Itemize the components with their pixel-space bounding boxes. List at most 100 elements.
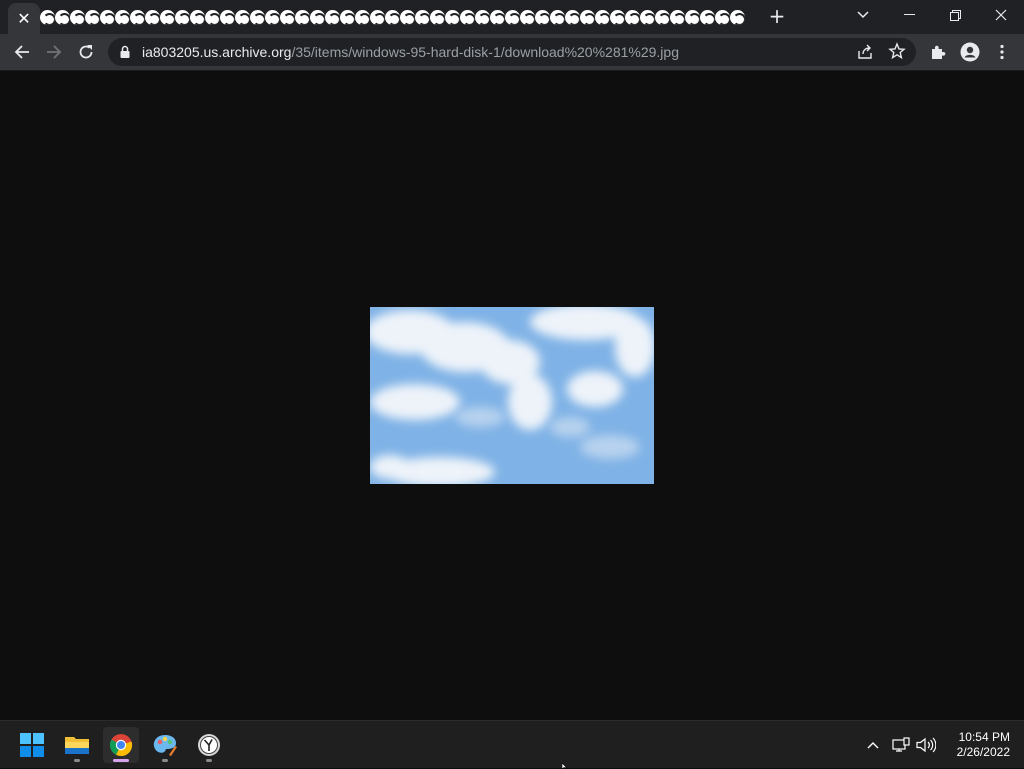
- browser-tab[interactable]: [445, 9, 460, 26]
- browser-tab[interactable]: [385, 9, 400, 26]
- tab-search-button[interactable]: [840, 0, 886, 30]
- archive-favicon-icon: [445, 10, 460, 25]
- taskbar-chrome[interactable]: [103, 727, 139, 763]
- browser-tab[interactable]: [460, 9, 475, 26]
- browser-tab[interactable]: [505, 9, 520, 26]
- bookmark-star-icon[interactable]: [888, 42, 906, 60]
- running-indicator: [162, 759, 168, 762]
- browser-tab[interactable]: [175, 9, 190, 26]
- archive-favicon-icon: [190, 10, 205, 25]
- browser-tab[interactable]: [475, 9, 490, 26]
- share-icon[interactable]: [856, 43, 874, 61]
- close-tab-icon[interactable]: ✕: [17, 10, 30, 27]
- volume-button[interactable]: [915, 735, 937, 755]
- browser-tab[interactable]: [130, 9, 145, 26]
- browser-tab[interactable]: [205, 9, 220, 26]
- browser-tab[interactable]: [400, 9, 415, 26]
- start-button[interactable]: [14, 727, 50, 763]
- taskbar-clock[interactable]: 10:54 PM 2/26/2022: [944, 730, 1010, 760]
- taskbar-clock-app[interactable]: [191, 727, 227, 763]
- browser-tab[interactable]: [70, 9, 85, 26]
- browser-tab[interactable]: [550, 9, 565, 26]
- browser-tab[interactable]: [295, 9, 310, 26]
- browser-tab[interactable]: [325, 9, 340, 26]
- browser-tab[interactable]: [535, 9, 550, 26]
- reload-button[interactable]: [72, 38, 100, 66]
- browser-tab[interactable]: [190, 9, 205, 26]
- browser-tab[interactable]: [265, 9, 280, 26]
- cloud-sky-image[interactable]: [370, 307, 654, 484]
- browser-tab[interactable]: [670, 9, 685, 26]
- browser-tab[interactable]: [160, 9, 175, 26]
- browser-toolbar: ia803205.us.archive.org/35/items/windows…: [0, 34, 1024, 71]
- browser-tab[interactable]: [55, 9, 70, 26]
- active-tab[interactable]: ✕: [8, 3, 40, 34]
- close-window-button[interactable]: [978, 0, 1024, 30]
- browser-tab[interactable]: [115, 9, 130, 26]
- browser-tab[interactable]: [580, 9, 595, 26]
- archive-favicon-icon: [370, 10, 385, 25]
- clock-time: 10:54 PM: [958, 730, 1010, 744]
- browser-tab[interactable]: [685, 9, 700, 26]
- back-button[interactable]: [8, 38, 36, 66]
- taskbar-file-explorer[interactable]: [59, 727, 95, 763]
- archive-favicon-icon: [625, 10, 640, 25]
- browser-tab[interactable]: [220, 9, 235, 26]
- browser-tab[interactable]: [85, 9, 100, 26]
- archive-favicon-icon: [595, 10, 610, 25]
- network-button[interactable]: [890, 735, 912, 755]
- browser-tab[interactable]: [715, 9, 730, 26]
- browser-tab[interactable]: [565, 9, 580, 26]
- forward-button[interactable]: [40, 38, 68, 66]
- taskbar-paint[interactable]: [147, 727, 183, 763]
- running-indicator: [74, 759, 80, 762]
- browser-tab[interactable]: [520, 9, 535, 26]
- minimize-button[interactable]: [886, 0, 932, 30]
- browser-tab[interactable]: [625, 9, 640, 26]
- archive-favicon-icon: [355, 10, 370, 25]
- browser-tab[interactable]: [145, 9, 160, 26]
- archive-favicon-icon: [400, 10, 415, 25]
- lock-icon[interactable]: [118, 45, 132, 59]
- browser-tab[interactable]: [250, 9, 265, 26]
- avatar-icon: [960, 42, 980, 62]
- address-bar[interactable]: ia803205.us.archive.org/35/items/windows…: [108, 38, 916, 66]
- browser-tab[interactable]: [235, 9, 250, 26]
- browser-tab[interactable]: [640, 9, 655, 26]
- browser-tab[interactable]: [355, 9, 370, 26]
- browser-tab[interactable]: [430, 9, 445, 26]
- browser-tab[interactable]: [490, 9, 505, 26]
- puzzle-icon: [932, 45, 946, 59]
- chevron-up-icon: [867, 742, 879, 749]
- browser-tab[interactable]: [700, 9, 715, 26]
- browser-tab[interactable]: [310, 9, 325, 26]
- archive-favicon-icon: [100, 10, 115, 25]
- profile-button[interactable]: [956, 38, 984, 66]
- browser-tab[interactable]: [100, 9, 115, 26]
- tab-list: [40, 9, 745, 26]
- show-hidden-icons-button[interactable]: [862, 735, 884, 755]
- running-indicator: [206, 759, 212, 762]
- paint-palette-icon: [153, 735, 177, 756]
- extensions-button[interactable]: [924, 38, 952, 66]
- browser-tab[interactable]: [415, 9, 430, 26]
- browser-tab[interactable]: [610, 9, 625, 26]
- minimize-icon: [903, 14, 915, 15]
- windows-logo-icon: [20, 733, 44, 757]
- mouse-cursor-icon: [562, 763, 568, 769]
- browser-tab[interactable]: [340, 9, 355, 26]
- browser-tab[interactable]: [655, 9, 670, 26]
- browser-tab[interactable]: [40, 9, 55, 26]
- url-text[interactable]: ia803205.us.archive.org/35/items/windows…: [142, 44, 679, 60]
- menu-button[interactable]: [988, 38, 1016, 66]
- new-tab-button[interactable]: +: [766, 5, 788, 27]
- network-icon: [892, 737, 910, 752]
- archive-favicon-icon: [280, 10, 295, 25]
- browser-tab[interactable]: [370, 9, 385, 26]
- archive-favicon-icon: [490, 10, 505, 25]
- browser-tab[interactable]: [595, 9, 610, 26]
- browser-tab[interactable]: [730, 9, 745, 26]
- restore-button[interactable]: [932, 0, 978, 30]
- archive-favicon-icon: [220, 10, 235, 25]
- browser-tab[interactable]: [280, 9, 295, 26]
